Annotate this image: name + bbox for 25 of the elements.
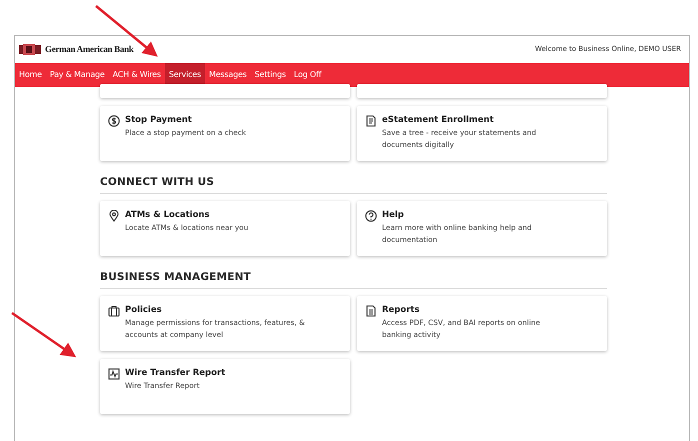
card-title: ATMs & Locations [125, 208, 211, 221]
card-title: eStatement Enrollment [382, 114, 495, 126]
document-icon [365, 304, 377, 316]
bank-name: German American Bank [45, 42, 134, 56]
help-icon [365, 210, 377, 222]
card-title: Stop Payment [125, 114, 193, 126]
briefcase-icon [108, 304, 120, 316]
section-heading: CONNECT WITH US [100, 175, 607, 194]
annotation-arrow [11, 312, 76, 358]
card-title: Reports [382, 304, 421, 316]
section-heading: BUSINESS MANAGEMENT [100, 270, 607, 288]
card-title: Help [382, 208, 405, 221]
activity-chart-icon [108, 368, 120, 380]
dollar-icon [108, 115, 120, 127]
location-pin-icon [108, 210, 120, 222]
nav-tab[interactable]: Pay & Manage [46, 63, 109, 87]
card-title: Policies [125, 304, 163, 316]
nav-tab[interactable]: Messages [205, 63, 251, 87]
nav-tab[interactable]: Settings [250, 63, 290, 87]
bank-logo-icon [19, 44, 41, 55]
document-icon [365, 115, 377, 127]
nav-tab[interactable]: Log Off [290, 63, 326, 87]
nav-tab[interactable]: ACH & Wires [108, 63, 165, 87]
card-title: Wire Transfer Report [125, 366, 226, 378]
nav-tab[interactable]: Home [15, 63, 46, 87]
